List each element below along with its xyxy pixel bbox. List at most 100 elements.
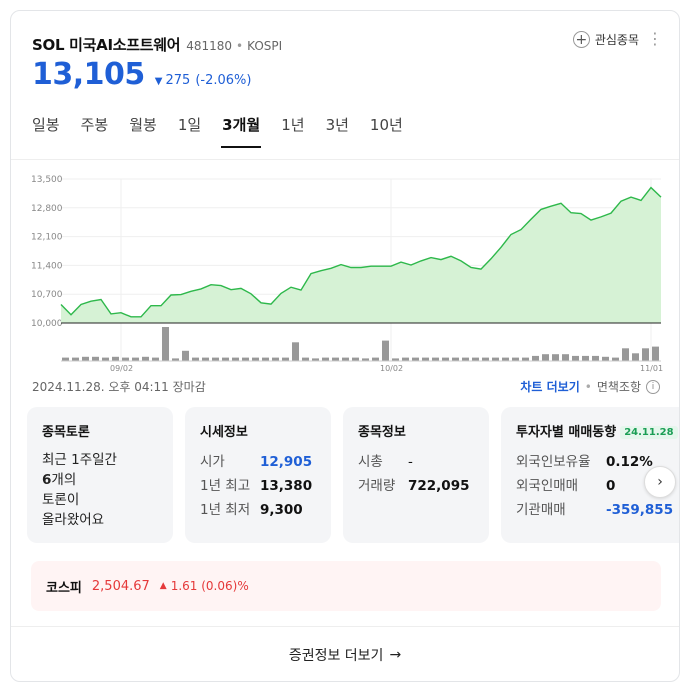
volume-bar <box>422 357 429 361</box>
volume-bar <box>122 357 129 361</box>
year-high-value: 13,380 <box>260 478 313 494</box>
tab-daily[interactable]: 일봉 <box>32 114 60 148</box>
disclaimer-link[interactable]: 면책조항 <box>597 378 641 395</box>
up-triangle-icon: ▲ <box>159 581 167 591</box>
discussion-count: 6 <box>42 472 52 488</box>
price-change: 275 <box>165 73 191 88</box>
chart-more-link[interactable]: 차트 더보기 <box>520 378 579 395</box>
volume-bar <box>512 357 519 361</box>
volume-bar <box>292 342 299 361</box>
volume-bar <box>432 357 439 361</box>
arrow-right-icon: → <box>389 647 402 663</box>
tab-1-day[interactable]: 1일 <box>178 114 201 148</box>
y-tick-label: 12,100 <box>31 233 63 243</box>
volume-bar <box>232 357 239 361</box>
volume-bar <box>142 356 149 362</box>
volume-bar <box>272 357 279 361</box>
price-info-title: 시세정보 <box>200 425 248 440</box>
volume-row: 거래량 722,095 <box>358 474 474 498</box>
securities-more-link[interactable]: 증권정보 더보기 → <box>11 627 679 681</box>
institution-trade-row: 기관매매 -359,855 <box>516 498 676 522</box>
y-tick-label: 12,800 <box>31 204 63 214</box>
year-low-label: 1년 최저 <box>200 502 251 518</box>
volume-bar <box>132 357 139 361</box>
volume-bar <box>162 327 169 361</box>
volume-bar <box>452 357 459 361</box>
more-options-icon[interactable]: ⋮ <box>647 31 663 47</box>
market-close-timestamp: 2024.11.28. 오후 04:11 장마감 <box>32 380 206 394</box>
volume-bar <box>92 356 99 362</box>
volume-bar <box>412 357 419 361</box>
investor-trend-date-badge: 24.11.28 <box>620 426 678 439</box>
volume-bar <box>282 357 289 361</box>
volume-bar <box>212 357 219 361</box>
watchlist-button[interactable]: + 관심종목 <box>572 31 639 48</box>
price-info-box[interactable]: 시세정보 시가 12,905 1년 최고 13,380 1년 최저 9,300 <box>185 407 331 543</box>
chart-links: 차트 더보기 • 면책조항 i <box>520 378 660 395</box>
tab-weekly[interactable]: 주봉 <box>81 114 109 148</box>
volume-bar <box>602 356 609 362</box>
volume-bar <box>492 357 499 361</box>
foreign-ownership-label: 외국인보유율 <box>516 454 591 470</box>
volume-bar <box>652 346 659 361</box>
chart-meta-row: 2024.11.28. 오후 04:11 장마감 차트 더보기 • 면책조항 i <box>32 378 660 395</box>
kospi-index-bar[interactable]: 코스피 2,504.67 ▲ 1.61 (0.06)% <box>31 561 661 611</box>
discussion-line-2: 6개의 <box>42 470 158 490</box>
volume-bar <box>192 357 199 361</box>
stock-info-title: 종목정보 <box>358 425 406 440</box>
x-tick-label: 11/01 <box>640 364 663 373</box>
plus-icon: + <box>572 31 590 48</box>
volume-bar <box>572 355 579 361</box>
stock-code: 481180 <box>186 39 233 53</box>
volume-bar <box>642 348 649 362</box>
stock-name[interactable]: SOL 미국AI소프트웨어 <box>32 34 181 55</box>
volume-bar <box>342 357 349 361</box>
volume-bar <box>502 357 509 361</box>
tab-monthly[interactable]: 월봉 <box>129 114 157 148</box>
price-chart-svg: 13,500 12,800 12,100 11,400 10,700 10,000 09/0… <box>31 175 663 373</box>
info-boxes: 종목토론 최근 1주일간 6개의 토론이 올라왔어요 시세정보 시가 12,905… <box>27 407 679 547</box>
next-arrow-button[interactable]: › <box>644 466 676 498</box>
period-tabs: 일봉 주봉 월봉 1일 3개월 1년 3년 10년 <box>32 114 424 148</box>
y-tick-label: 10,700 <box>31 290 63 300</box>
volume-bar <box>552 354 559 361</box>
stock-info-box[interactable]: 종목정보 시총 - 거래량 722,095 <box>343 407 489 543</box>
discussion-box[interactable]: 종목토론 최근 1주일간 6개의 토론이 올라왔어요 <box>27 407 173 543</box>
investor-trend-label: 투자자별 매매동향 <box>516 425 617 440</box>
open-price-row: 시가 12,905 <box>200 450 316 474</box>
discussion-line-1: 최근 1주일간 <box>42 452 117 468</box>
stock-card: SOL 미국AI소프트웨어 481180 • KOSPI + 관심종목 ⋮ 13… <box>10 10 680 682</box>
foreign-trade-label: 외국인매매 <box>516 478 579 494</box>
price-row: 13,105 ▼ 275 (-2.06%) <box>32 57 251 92</box>
kospi-label: 코스피 <box>46 580 82 596</box>
volume-bar <box>182 350 189 361</box>
discussion-line-4: 올라왔어요 <box>42 512 105 528</box>
current-price: 13,105 <box>32 57 145 92</box>
chevron-right-icon: › <box>657 474 663 490</box>
price-chart[interactable]: 13,500 12,800 12,100 11,400 10,700 10,000 09/0… <box>11 163 679 378</box>
stock-header: SOL 미국AI소프트웨어 481180 • KOSPI <box>32 34 282 55</box>
down-triangle-icon: ▼ <box>154 76 163 87</box>
tab-3-years[interactable]: 3년 <box>326 114 349 148</box>
market-cap-label: 시총 <box>358 454 383 470</box>
tab-3-months[interactable]: 3개월 <box>221 114 262 148</box>
discussion-count-suffix: 개의 <box>51 472 77 488</box>
info-icon[interactable]: i <box>646 379 660 394</box>
price-change-rate: (-2.06%) <box>195 73 252 88</box>
x-tick-label: 10/02 <box>380 364 403 373</box>
tab-1-year[interactable]: 1년 <box>281 114 304 148</box>
year-high-label: 1년 최고 <box>200 478 251 494</box>
volume-bar <box>592 355 599 361</box>
x-tick-label: 09/02 <box>110 364 133 373</box>
y-tick-label: 10,000 <box>31 319 63 329</box>
discussion-title: 종목토론 <box>42 425 90 440</box>
volume-bar <box>532 355 539 361</box>
volume-bar <box>632 353 639 361</box>
volume-label: 거래량 <box>358 478 396 494</box>
volume-bar <box>582 355 589 361</box>
volume-bar <box>622 348 629 362</box>
watchlist-label: 관심종목 <box>594 33 639 47</box>
tab-10-years[interactable]: 10년 <box>370 114 403 148</box>
kospi-value: 2,504.67 <box>91 578 150 594</box>
volume-bar <box>442 357 449 361</box>
